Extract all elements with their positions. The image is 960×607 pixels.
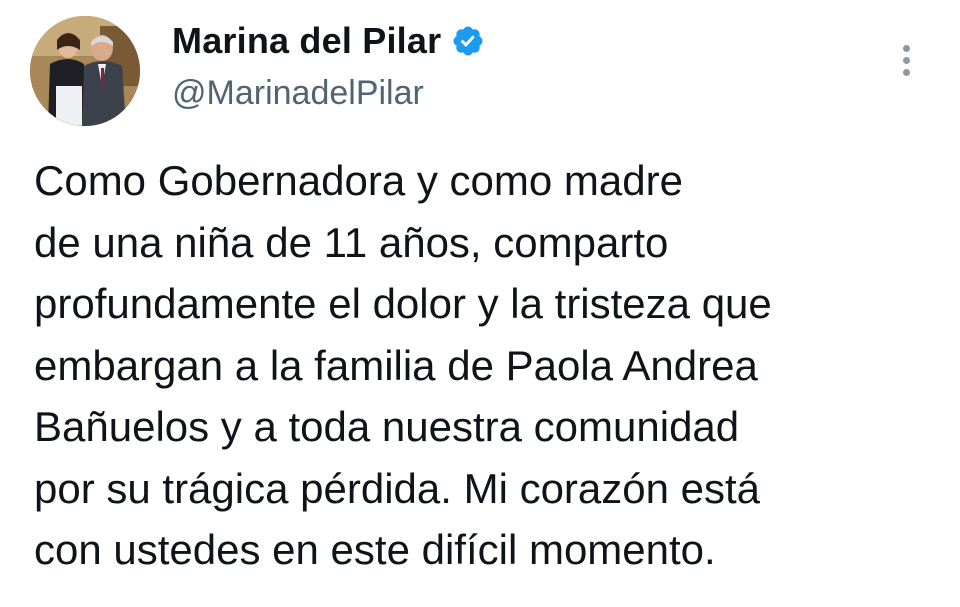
tweet-text-line: profundamente el dolor y la tristeza que xyxy=(34,280,772,327)
tweet-card: Marina del Pilar @MarinadelPilar Como Go… xyxy=(0,0,960,607)
more-options-button[interactable] xyxy=(890,40,922,80)
author-name-text[interactable]: Marina del Pilar xyxy=(172,20,441,62)
verified-badge-icon xyxy=(451,24,485,58)
tweet-text-line: Bañuelos y a toda nuestra comunidad xyxy=(34,403,740,450)
more-vertical-icon xyxy=(902,44,910,52)
author-handle[interactable]: @MarinadelPilar xyxy=(172,74,424,113)
avatar-photo xyxy=(30,16,140,126)
tweet-text-line: de una niña de 11 años, comparto xyxy=(34,218,669,266)
author-display-name[interactable]: Marina del Pilar xyxy=(172,20,485,62)
tweet-text: Como Gobernadora y como madre de una niñ… xyxy=(34,150,934,581)
tweet-text-line: por su trágica pérdida. Mi corazón está xyxy=(34,464,761,512)
tweet-text-line: con ustedes en este difícil momento. xyxy=(34,526,716,573)
tweet-text-line: Como Gobernadora y como madre xyxy=(34,157,683,204)
tweet-text-line: embargan a la familia de Paola Andrea xyxy=(34,341,758,389)
avatar[interactable] xyxy=(30,16,140,126)
